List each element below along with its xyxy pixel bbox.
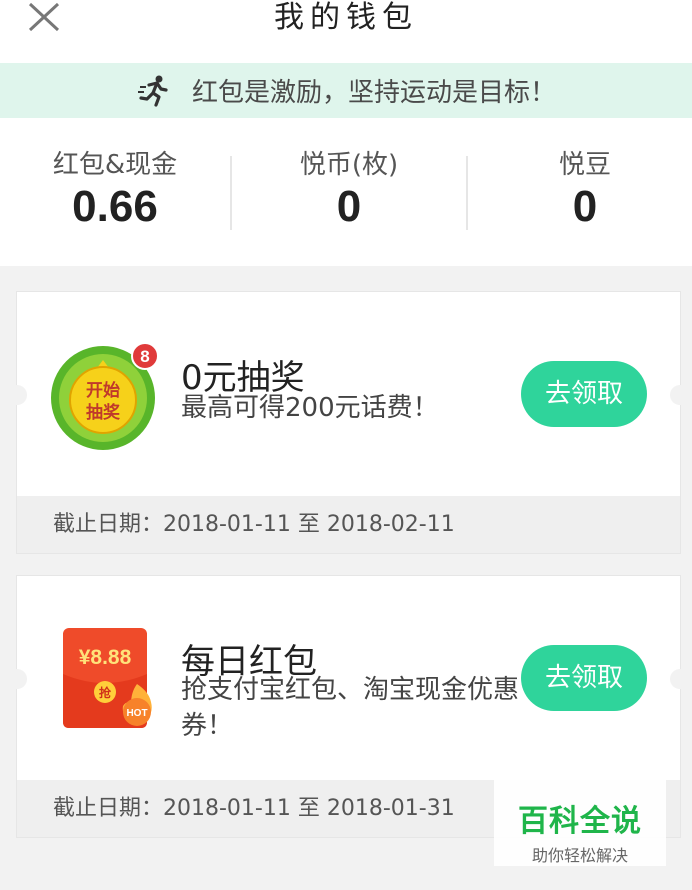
stat-value: 0 bbox=[572, 182, 598, 231]
stat-label: 悦币(枚) bbox=[299, 150, 399, 180]
page-title: 我的钱包 bbox=[274, 0, 418, 35]
stat-label: 悦豆 bbox=[558, 150, 611, 180]
watermark-subtitle: 助你轻松解决 bbox=[531, 846, 628, 865]
lottery-icon: 开始 抽奖 8 bbox=[51, 342, 161, 456]
lottery-icon-line1: 开始 bbox=[86, 380, 120, 401]
divider bbox=[466, 156, 468, 230]
red-packet-icon: ¥8.88 抢 HOT bbox=[61, 626, 157, 736]
header: 我的钱包 bbox=[0, 0, 692, 63]
ticket-notch bbox=[7, 385, 27, 405]
card-desc: 抢支付宝红包、淘宝现金优惠券！ bbox=[181, 675, 520, 741]
claim-button[interactable]: 去领取 bbox=[521, 361, 647, 427]
badge-count: 8 bbox=[140, 347, 149, 366]
stat-beans[interactable]: 悦豆 0 bbox=[470, 118, 692, 266]
stat-value: 0 bbox=[336, 182, 362, 231]
card-desc: 最高可得200元话费！ bbox=[181, 393, 439, 423]
card-body: 开始 抽奖 8 0元抽奖 最高可得200元话费！ 去领取 bbox=[17, 292, 680, 496]
wallet-stats: 红包&现金 0.66 悦币(枚) 0 悦豆 0 bbox=[0, 118, 692, 266]
card-deadline: 截止日期：2018-01-11 至 2018-02-11 bbox=[17, 496, 680, 553]
lottery-card: 开始 抽奖 8 0元抽奖 最高可得200元话费！ 去领取 截止日期：2018-0… bbox=[7, 291, 690, 554]
grab-label: 抢 bbox=[99, 685, 112, 700]
ticket-notch bbox=[670, 385, 690, 405]
red-packet-amount: ¥8.88 bbox=[79, 646, 132, 669]
lottery-icon-line2: 抽奖 bbox=[86, 402, 121, 423]
ticket-notch bbox=[7, 669, 27, 689]
divider bbox=[230, 156, 232, 230]
stat-coins[interactable]: 悦币(枚) 0 bbox=[234, 118, 464, 266]
stat-label: 红包&现金 bbox=[52, 150, 178, 180]
slogan-text: 红包是激励，坚持运动是目标！ bbox=[191, 78, 556, 108]
stat-cash[interactable]: 红包&现金 0.66 bbox=[0, 118, 230, 266]
hot-label: HOT bbox=[126, 708, 147, 719]
slogan-bar: 红包是激励，坚持运动是目标！ bbox=[0, 63, 692, 118]
stat-value: 0.66 bbox=[72, 182, 158, 231]
claim-button[interactable]: 去领取 bbox=[521, 645, 647, 711]
runner-icon bbox=[137, 75, 168, 107]
card-body: ¥8.88 抢 HOT 每日红包 抢支付宝红包、淘宝现金优惠券！ 去领取 bbox=[17, 576, 680, 780]
watermark-logo: 百科全说 助你轻松解决 bbox=[494, 780, 666, 866]
ticket-notch bbox=[670, 669, 690, 689]
watermark-title: 百科全说 bbox=[518, 804, 642, 839]
